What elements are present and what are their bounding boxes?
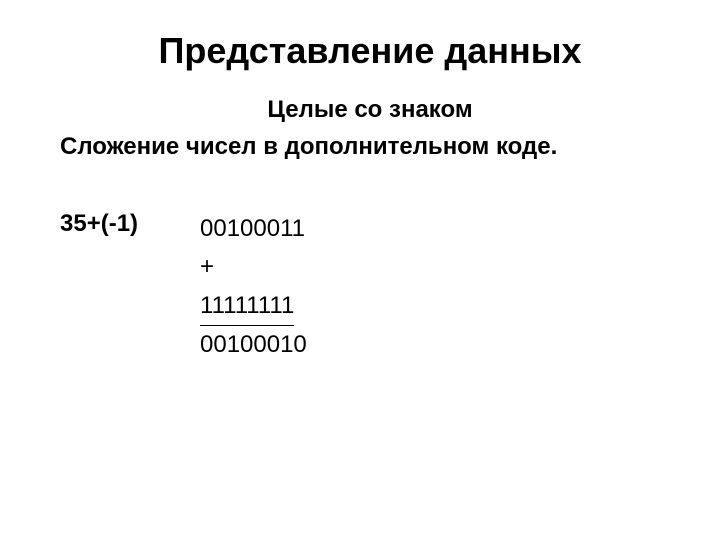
calc-operand-2: 11111111	[200, 287, 307, 326]
calculation-block: 35+(-1) 00100011 + 11111111 00100010	[60, 210, 680, 365]
calc-operand-2-value: 11111111	[200, 287, 294, 326]
slide-title: Представление данных	[60, 30, 680, 72]
slide-subtitle: Целые со знаком	[60, 96, 680, 124]
calc-result: 00100010	[200, 326, 307, 364]
calc-expression-label: 35+(-1)	[60, 210, 200, 238]
calc-column: 00100011 + 11111111 00100010	[200, 210, 307, 365]
calc-operator: +	[200, 248, 307, 286]
calc-operand-1: 00100011	[200, 210, 307, 248]
slide-description: Сложение чисел в дополнительном коде.	[60, 132, 680, 162]
